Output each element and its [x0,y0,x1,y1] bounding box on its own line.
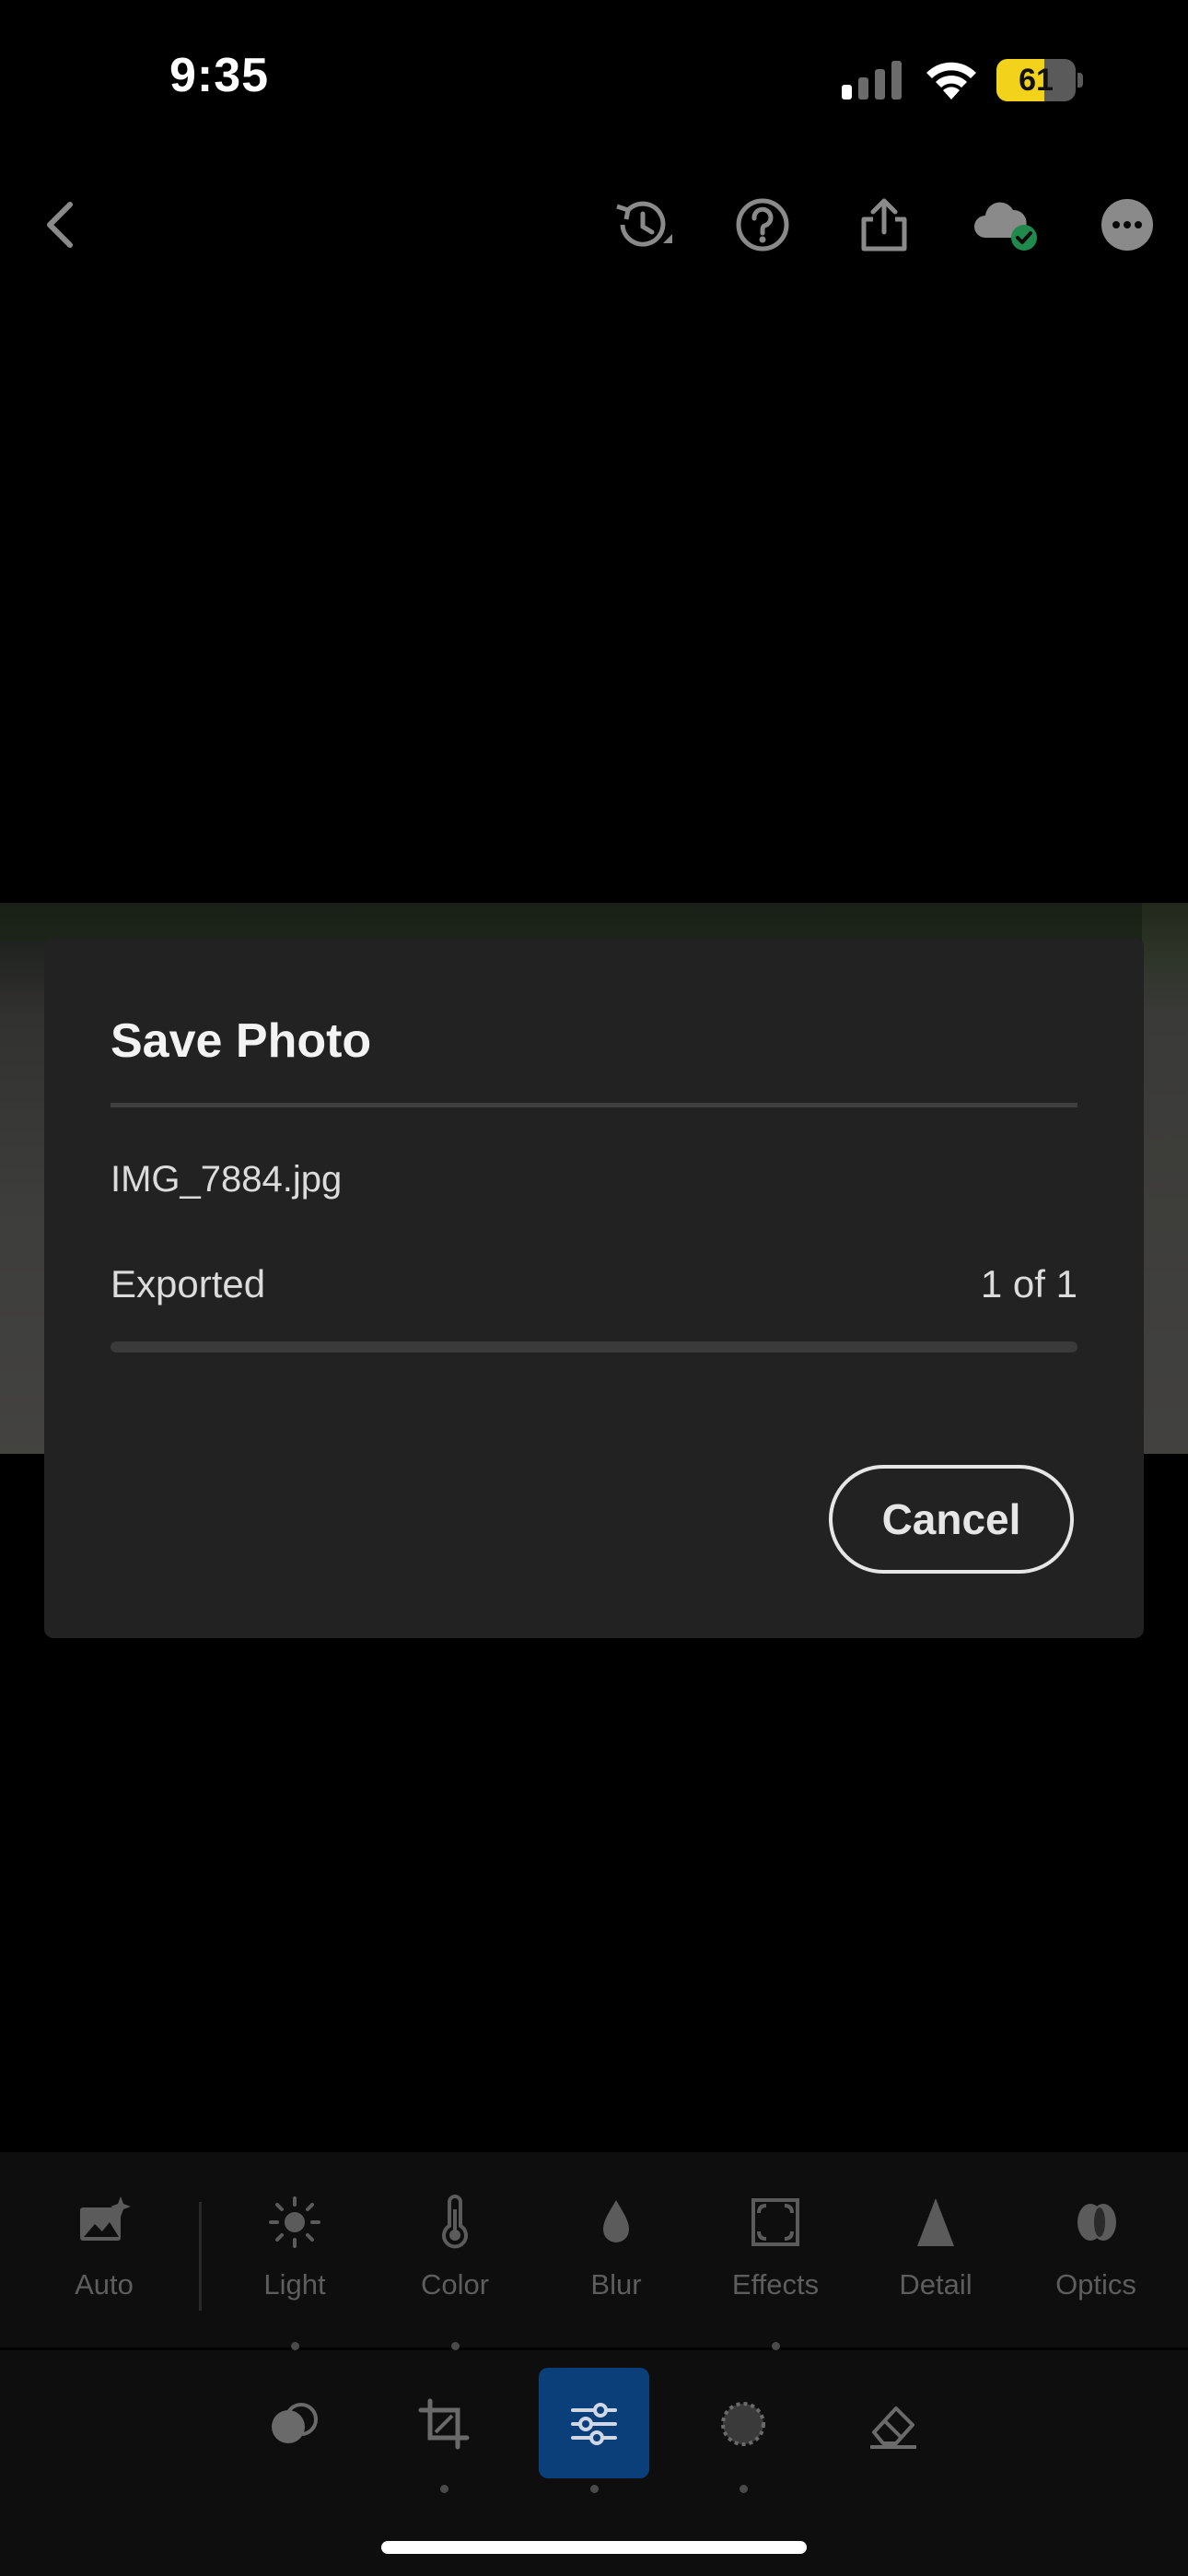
tool-label: Light [263,2268,326,2301]
mode-indicator-dot [590,2485,599,2493]
help-icon[interactable] [729,192,796,258]
cloud-synced-icon[interactable] [969,192,1046,258]
thermometer-icon [442,2195,468,2249]
tool-label: Optics [1055,2268,1136,2301]
tool-indicator-dot [772,2342,780,2350]
tool-separator [199,2202,202,2311]
photo-preview-edge [1142,903,1188,1454]
tool-indicator-dot [451,2342,460,2350]
panel-divider [0,2348,1188,2350]
crop-icon[interactable] [398,2386,490,2462]
tool-label: Blur [590,2268,642,2301]
tool-optics[interactable]: Optics [1027,2193,1165,2303]
tool-label: Auto [75,2268,134,2301]
export-status: Exported [111,1262,266,1306]
back-chevron-icon[interactable] [28,192,94,258]
tool-detail[interactable]: Detail [867,2193,1005,2303]
tool-label: Effects [731,2268,820,2301]
adjust-icon[interactable] [548,2386,640,2462]
tool-color[interactable]: Color [386,2193,524,2303]
export-progress-fill [111,1341,1077,1352]
vignette-icon [751,2198,799,2246]
auto-icon [80,2196,131,2241]
cellular-signal-icon [840,61,904,100]
export-progress-bar [111,1341,1077,1352]
mode-indicator-dot [740,2485,748,2493]
mode-indicator-dot [440,2485,448,2493]
triangle-icon [917,2198,954,2246]
remove-icon[interactable] [847,2386,939,2462]
tool-auto[interactable]: Auto [35,2193,173,2303]
tool-label: Detail [899,2268,973,2301]
presets-icon[interactable] [249,2386,341,2462]
wifi-icon [923,57,980,101]
status-time: 9:35 [169,49,270,102]
home-indicator[interactable] [381,2541,807,2554]
tool-effects[interactable]: Effects [706,2193,844,2303]
tool-light[interactable]: Light [226,2193,364,2303]
tool-indicator-dot [291,2342,299,2350]
more-icon[interactable] [1094,192,1160,258]
tool-label: Color [420,2268,490,2301]
lens-icon [1077,2204,1116,2241]
dialog-title: Save Photo [111,1014,372,1068]
cancel-button[interactable]: Cancel [829,1465,1074,1574]
export-filename: IMG_7884.jpg [111,1159,343,1200]
sun-icon [269,2196,320,2248]
dialog-divider [111,1103,1077,1107]
share-icon[interactable] [851,192,917,258]
tool-blur[interactable]: Blur [547,2193,685,2303]
battery-percent: 61 [1019,63,1054,98]
export-count: 1 of 1 [980,1262,1077,1306]
droplet-icon [603,2200,629,2242]
history-icon[interactable] [608,192,674,258]
masking-icon[interactable] [697,2386,789,2462]
battery-icon: 61 [996,59,1085,101]
